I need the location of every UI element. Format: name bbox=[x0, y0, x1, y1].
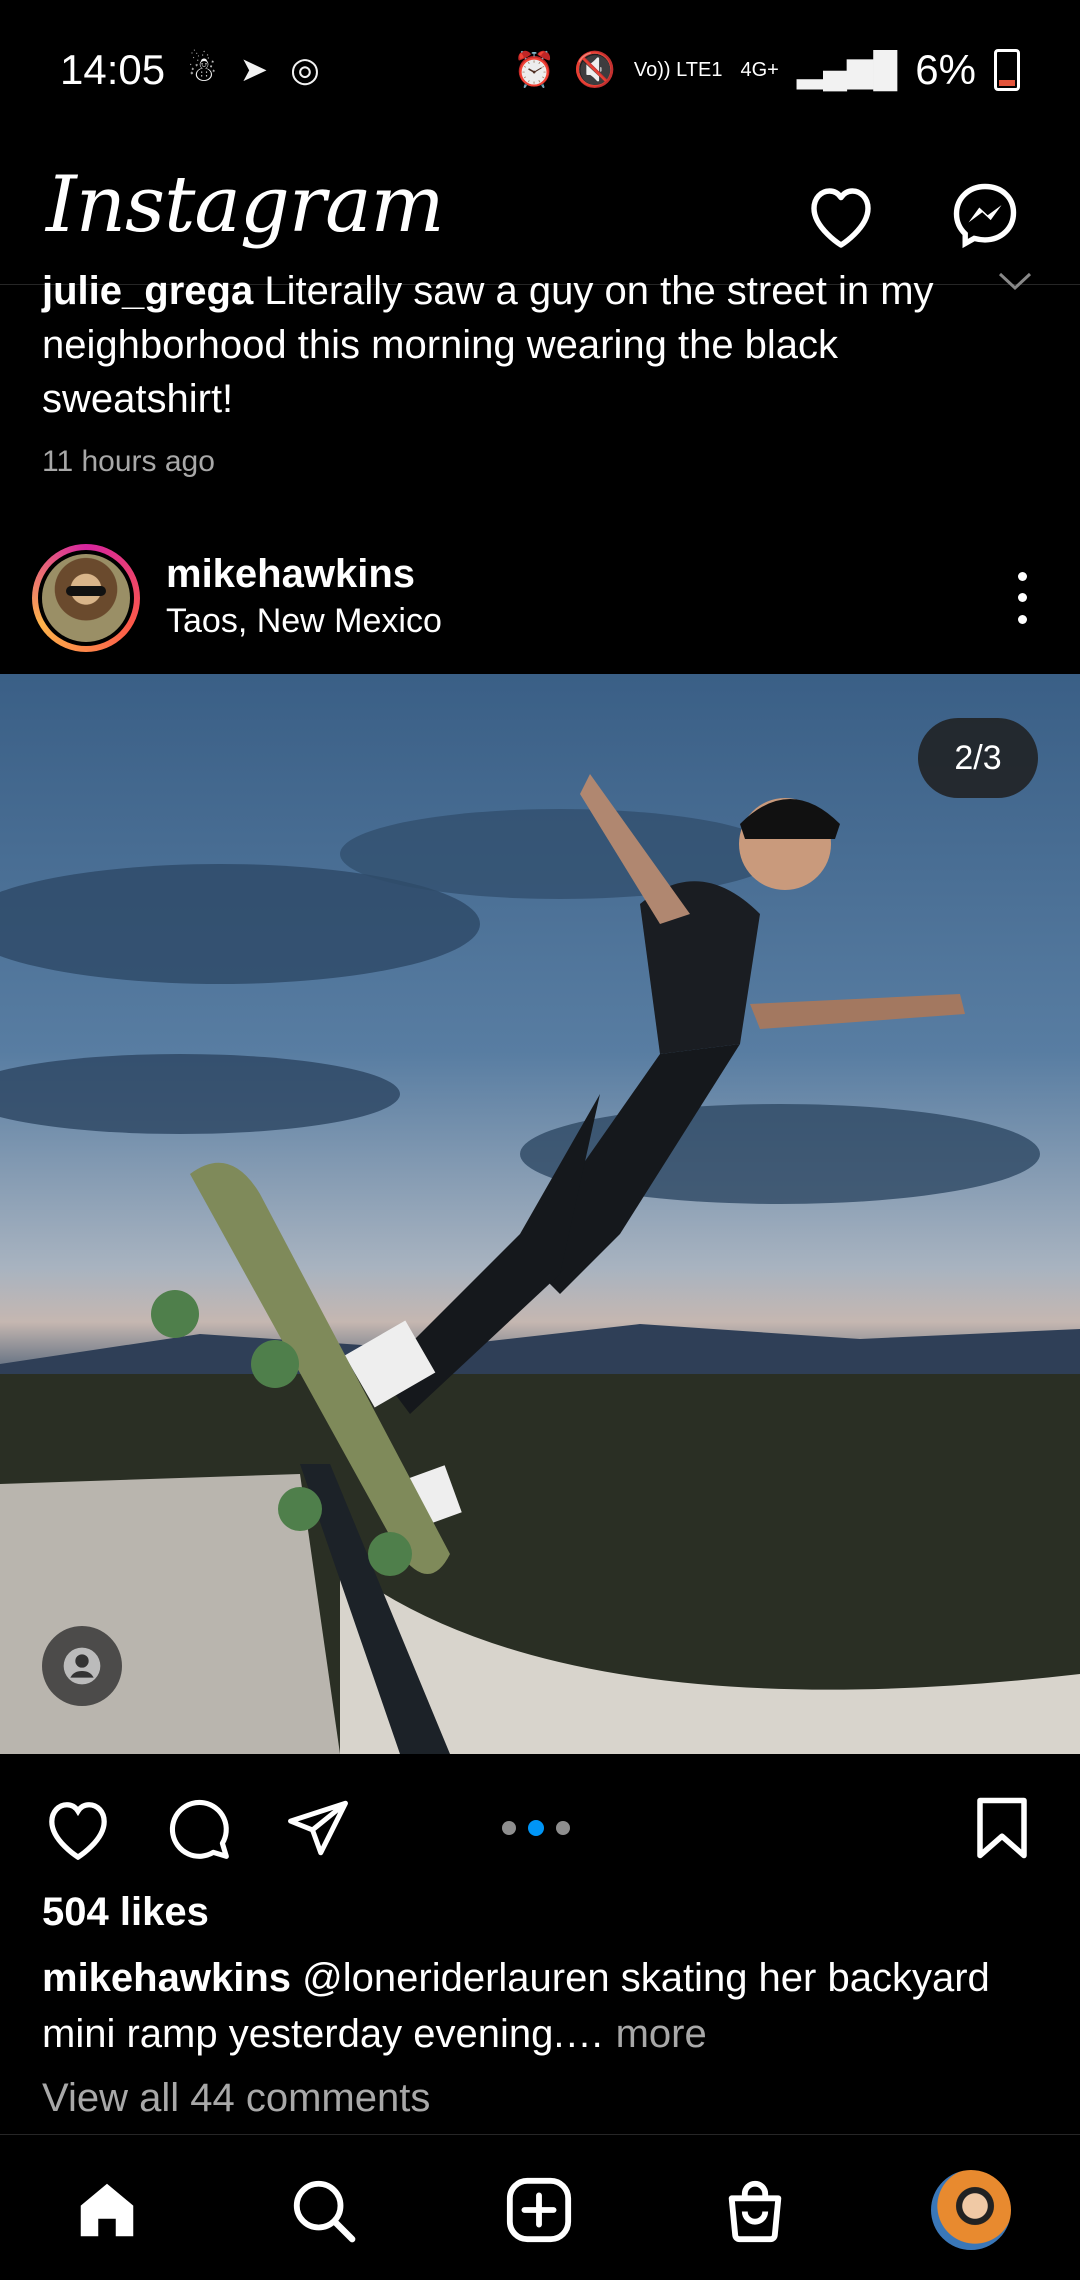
bookmark-icon bbox=[977, 1797, 1027, 1859]
bottom-nav bbox=[0, 2134, 1080, 2280]
like-button[interactable] bbox=[38, 1788, 118, 1868]
nav-search[interactable] bbox=[278, 2165, 368, 2255]
status-bar: 14:05 ☃ ➤ ◎ ⏰ 🔇 Vo)) LTE1 4G+ ▂▄▆█ 6% bbox=[0, 0, 1080, 140]
avatar[interactable] bbox=[32, 544, 140, 652]
carousel-dot-active bbox=[528, 1820, 544, 1836]
notification-icon: ☃ bbox=[187, 51, 218, 89]
save-button[interactable] bbox=[962, 1788, 1042, 1868]
status-left: 14:05 ☃ ➤ ◎ bbox=[60, 46, 320, 94]
nav-create[interactable] bbox=[494, 2165, 584, 2255]
nav-home[interactable] bbox=[62, 2165, 152, 2255]
caption-username[interactable]: mikehawkins bbox=[42, 1956, 291, 2000]
alarm-icon: ⏰ bbox=[513, 51, 556, 89]
previous-comment: julie_grega Literally saw a guy on the s… bbox=[42, 264, 1032, 426]
network-label: Vo)) LTE1 bbox=[633, 59, 723, 81]
view-comments-link[interactable]: View all 44 comments bbox=[42, 2076, 430, 2121]
skateboard-photo bbox=[0, 774, 1080, 1754]
post-username[interactable]: mikehawkins bbox=[166, 552, 415, 597]
messenger-icon[interactable] bbox=[930, 160, 1040, 270]
instagram-logo[interactable]: Instagram bbox=[46, 160, 445, 250]
shop-icon bbox=[728, 2180, 782, 2243]
mute-icon: 🔇 bbox=[573, 51, 616, 89]
carousel-dot bbox=[556, 1821, 570, 1835]
user-tag-icon[interactable] bbox=[42, 1626, 122, 1706]
telegram-icon: ➤ bbox=[239, 51, 269, 89]
comment-timestamp: 11 hours ago bbox=[42, 445, 215, 478]
search-icon bbox=[293, 2180, 356, 2243]
likes-count[interactable]: 504 likes bbox=[42, 1890, 209, 1935]
nav-profile[interactable] bbox=[926, 2165, 1016, 2255]
post-action-bar bbox=[0, 1764, 1080, 1884]
status-right: ⏰ 🔇 Vo)) LTE1 4G+ ▂▄▆█ 6% bbox=[513, 46, 1020, 94]
comment-icon bbox=[169, 1799, 229, 1859]
chevron-down-icon[interactable] bbox=[998, 272, 1032, 297]
status-time: 14:05 bbox=[60, 46, 166, 93]
share-icon bbox=[288, 1800, 348, 1856]
heart-icon bbox=[49, 1802, 107, 1860]
comment-button[interactable] bbox=[158, 1788, 238, 1868]
nav-shop[interactable] bbox=[710, 2165, 800, 2255]
post-header: mikehawkins Taos, New Mexico bbox=[0, 540, 1080, 670]
battery-icon bbox=[994, 49, 1020, 91]
signal-icon: ▂▄▆█ bbox=[796, 51, 898, 89]
post-caption: mikehawkins @loneriderlauren skating her… bbox=[42, 1950, 1042, 2062]
profile-avatar bbox=[931, 2170, 1011, 2250]
image-counter-badge: 2/3 bbox=[918, 718, 1038, 798]
more-options-icon[interactable] bbox=[1000, 566, 1044, 630]
carousel-dot bbox=[502, 1821, 516, 1835]
avatar-image bbox=[42, 554, 130, 642]
post-location[interactable]: Taos, New Mexico bbox=[166, 602, 442, 641]
share-button[interactable] bbox=[278, 1788, 358, 1868]
create-icon bbox=[506, 2177, 572, 2243]
heart-icon[interactable] bbox=[786, 160, 896, 270]
signal-label: 4G+ bbox=[740, 58, 779, 81]
home-icon bbox=[80, 2183, 134, 2237]
sync-icon: ◎ bbox=[290, 51, 320, 89]
carousel-indicator bbox=[502, 1820, 570, 1836]
battery-percent: 6% bbox=[915, 46, 976, 93]
caption-more-link[interactable]: more bbox=[616, 2012, 707, 2056]
post-image[interactable]: 2/3 bbox=[0, 674, 1080, 1754]
comment-username[interactable]: julie_grega bbox=[42, 269, 253, 313]
